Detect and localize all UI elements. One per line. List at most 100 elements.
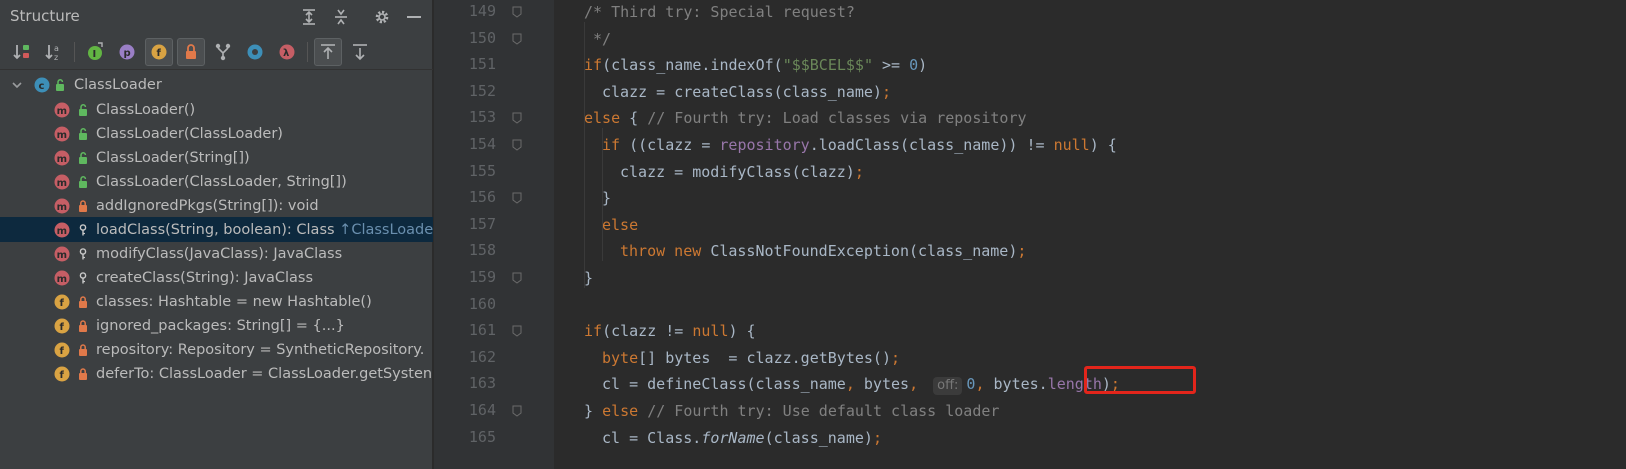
fold-marker-icon[interactable] <box>512 192 522 204</box>
code-line[interactable]: } else // Fourth try: Use default class … <box>584 400 999 427</box>
autoscroll-to-source-icon <box>321 44 335 59</box>
fold-marker-icon[interactable] <box>512 112 522 125</box>
tree-item-label: addIgnoredPkgs(String[]): void <box>96 197 319 214</box>
toolbar-separator <box>307 42 308 62</box>
code-line[interactable]: } <box>602 187 611 214</box>
code-token: throw new <box>620 242 711 261</box>
line-number: 160 <box>468 294 496 313</box>
tree-root-class[interactable]: c ClassLoader <box>0 72 433 97</box>
tree-item-field[interactable]: f ignored_packages: String[] = {...} <box>0 313 433 338</box>
fold-marker-icon[interactable] <box>512 272 522 284</box>
code-line[interactable]: cl = defineClass(class_name, bytes, off:… <box>602 373 1120 400</box>
code-token: forName <box>701 428 765 447</box>
hide-panel-button[interactable] <box>401 4 427 30</box>
fold-marker-icon[interactable] <box>512 6 522 18</box>
line-number: 158 <box>468 241 496 260</box>
show-interfaces-button[interactable] <box>241 38 269 66</box>
tree-item-field[interactable]: f repository: Repository = SyntheticRepos… <box>0 337 433 362</box>
code-token: repository <box>719 136 810 154</box>
show-inherited-button[interactable]: I <box>81 38 109 66</box>
settings-button[interactable] <box>369 4 395 30</box>
fold-marker-icon[interactable] <box>512 325 522 337</box>
tree-item-method[interactable]: m createClass(String): JavaClass <box>0 265 433 290</box>
chevron-down-icon[interactable] <box>10 78 24 92</box>
code-line[interactable]: byte[] bytes = clazz.getBytes(); <box>602 347 900 374</box>
code-token: , <box>845 375 864 394</box>
unlock-icon <box>79 151 87 164</box>
expand-all-button[interactable] <box>296 4 322 30</box>
tree-item-method[interactable]: m ClassLoader() <box>0 97 433 122</box>
code-area[interactable]: /* Third try: Special request? */if(clas… <box>554 0 1626 469</box>
code-line[interactable]: throw new ClassNotFoundException(class_n… <box>620 240 1026 267</box>
structure-tree: c ClassLoader m ClassLoader() m ClassLoader… <box>0 70 433 469</box>
tree-item-method[interactable]: m ClassLoader(ClassLoader, String[]) <box>0 169 433 194</box>
tree-item-method[interactable]: m ClassLoader(String[]) <box>0 145 433 170</box>
tree-item-method[interactable]: m loadClass(String, boolean): Class ↑Clas… <box>0 217 433 242</box>
tree-item-label: ignored_packages: String[] = {...} <box>96 317 345 334</box>
code-token: , <box>975 375 994 394</box>
field-icon: f <box>54 342 70 357</box>
sort-by-visibility-button[interactable] <box>8 38 36 66</box>
code-token: else <box>584 109 621 128</box>
lock-icon <box>79 199 87 212</box>
code-line[interactable]: else <box>602 214 638 241</box>
code-token: // Fourth try: Load classes via reposito… <box>647 109 1027 128</box>
collapse-all-button[interactable] <box>328 4 354 30</box>
code-line[interactable]: else { // Fourth try: Load classes via r… <box>584 107 1027 134</box>
gear-icon <box>375 10 389 24</box>
tree-item-method[interactable]: m addIgnoredPkgs(String[]): void <box>0 193 433 218</box>
line-number: 156 <box>468 188 496 207</box>
code-token: defineClass( <box>647 375 756 394</box>
method-icon: m <box>54 198 70 213</box>
structure-header: Structure <box>0 0 433 34</box>
svg-text:f: f <box>60 370 65 381</box>
show-properties-button[interactable]: p <box>113 38 141 66</box>
code-token: ClassNotFoundException(class_name) <box>710 242 1018 261</box>
show-non-public-button[interactable] <box>177 38 205 66</box>
unlock-icon <box>79 175 87 188</box>
autoscroll-from-source-button[interactable] <box>346 38 374 66</box>
code-token: } <box>602 189 612 208</box>
code-token: clazz = createClass(class_name) <box>602 82 882 101</box>
indent-guide <box>584 22 585 288</box>
fold-marker-icon[interactable] <box>512 139 522 151</box>
code-line[interactable]: if(clazz != null) { <box>584 320 756 347</box>
code-editor[interactable]: 149 150 151 152 153 154 155 156 157 158 159 160 161 1… <box>434 0 1626 469</box>
code-token: byte <box>602 348 639 367</box>
autoscroll-to-source-button[interactable] <box>314 38 342 66</box>
code-line[interactable]: clazz = modifyClass(clazz); <box>620 161 864 188</box>
tree-item-label: loadClass(String, boolean): Class ↑Class… <box>96 222 433 238</box>
fold-marker-icon[interactable] <box>512 405 522 417</box>
tree-item-method[interactable]: m modifyClass(JavaClass): JavaClass <box>0 241 433 266</box>
code-token: clazz = modifyClass(clazz) <box>620 162 855 181</box>
line-number-gutter[interactable]: 149 150 151 152 153 154 155 156 157 158 159 160 161 1… <box>434 0 554 469</box>
code-token: class_name <box>755 375 846 394</box>
svg-text:f: f <box>60 346 65 357</box>
code-token: { <box>620 109 648 128</box>
show-fields-button[interactable]: f <box>145 38 173 66</box>
code-line[interactable]: if ((clazz = repository.loadClass(class_… <box>602 134 1117 161</box>
key-icon <box>79 223 87 235</box>
code-line[interactable]: } <box>584 267 593 294</box>
svg-text:λ: λ <box>283 48 290 59</box>
tree-item-method[interactable]: m ClassLoader(ClassLoader) <box>0 121 433 146</box>
show-anonymous-button[interactable] <box>209 38 237 66</box>
code-line[interactable]: /* Third try: Special request? <box>584 1 855 28</box>
tree-item-field[interactable]: f classes: Hashtable = new Hashtable() <box>0 289 433 314</box>
code-token: else <box>602 215 639 234</box>
sort-alphabetically-button[interactable]: a z <box>40 38 68 66</box>
code-line[interactable]: if(class_name.indexOf("$$BCEL$$" >= 0) <box>584 54 927 81</box>
show-lambdas-button[interactable]: λ <box>273 38 301 66</box>
svg-text:m: m <box>57 274 67 285</box>
code-line[interactable]: */ <box>584 28 611 55</box>
code-token: ) { <box>728 322 756 341</box>
sort-alphabetically-icon: a z <box>45 44 59 62</box>
tree-item-field[interactable]: f deferTo: ClassLoader = ClassLoader.getS… <box>0 361 433 386</box>
fold-marker-icon[interactable] <box>512 33 522 45</box>
code-token: cl = <box>602 375 648 394</box>
code-line[interactable]: clazz = createClass(class_name); <box>602 81 891 108</box>
svg-text:m: m <box>57 154 67 165</box>
tree-item-label: repository: Repository = SyntheticReposi… <box>96 341 425 358</box>
code-line[interactable]: cl = Class.forName(class_name); <box>602 427 882 454</box>
line-number: 155 <box>468 161 496 180</box>
